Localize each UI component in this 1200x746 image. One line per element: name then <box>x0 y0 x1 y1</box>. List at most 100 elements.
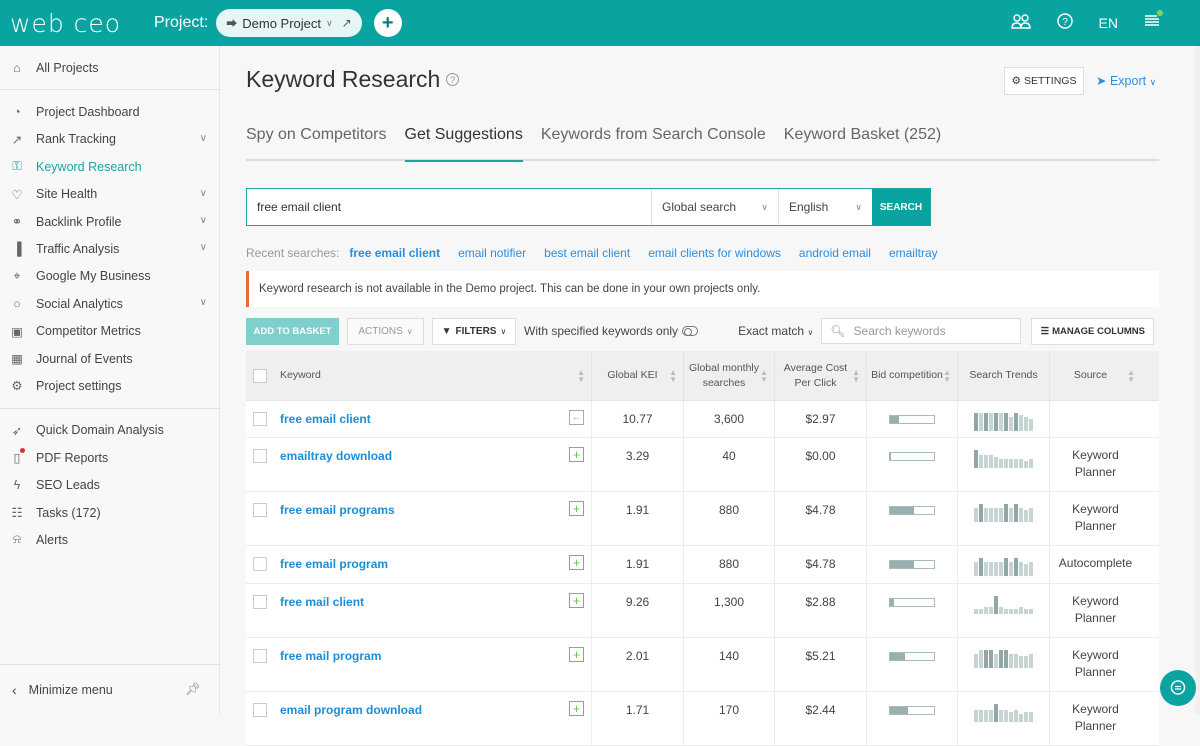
menu-icon[interactable] <box>1144 9 1163 33</box>
pin-icon[interactable]: 📌︎ <box>185 682 201 697</box>
sidebar-item-google-my-business[interactable]: ⌖ Google My Business <box>0 263 219 290</box>
tab-keyword-basket[interactable]: Keyword Basket (252) <box>784 126 941 159</box>
chevron-down-icon[interactable]: ∨ <box>200 297 207 308</box>
recent-search-link[interactable]: email clients for windows <box>648 246 781 260</box>
tab-spy-on-competitors[interactable]: Spy on Competitors <box>246 126 387 159</box>
help-icon[interactable]: ? <box>1056 12 1073 34</box>
search-keywords-input[interactable]: 🔍︎ Search keywords <box>821 318 1022 344</box>
bid-competition-cell <box>867 638 958 691</box>
competition-fill <box>890 599 894 606</box>
users-icon[interactable] <box>1010 13 1031 34</box>
remove-from-basket-icon[interactable]: ← <box>569 410 584 425</box>
toggle-switch[interactable] <box>682 326 699 336</box>
sort-icon[interactable]: ▲ ▼ <box>669 368 677 383</box>
export-button[interactable]: ➤ Export ∨ <box>1096 73 1156 88</box>
column-source[interactable]: Source ▲ ▼ <box>1050 351 1141 400</box>
project-selector[interactable]: ⮕ Demo Project ∨ ↗ <box>216 9 362 37</box>
chat-button[interactable] <box>1160 670 1196 706</box>
recent-search-link[interactable]: emailtray <box>889 246 938 260</box>
tab-get-suggestions[interactable]: Get Suggestions <box>404 126 524 162</box>
language-selector[interactable]: EN <box>1099 15 1118 31</box>
sort-icon[interactable]: ▲ ▼ <box>577 368 585 383</box>
column-keyword[interactable]: Keyword ▲ ▼ <box>246 351 592 400</box>
chevron-down-icon[interactable]: ∨ <box>200 215 207 226</box>
sort-icon[interactable]: ▲ ▼ <box>760 368 768 383</box>
row-checkbox[interactable] <box>253 595 267 609</box>
keyword-link[interactable]: emailtray download <box>280 449 392 491</box>
tab-keywords-from-search-console[interactable]: Keywords from Search Console <box>541 126 766 159</box>
match-type-dropdown[interactable]: Exact match ∨ <box>738 324 813 338</box>
sort-icon[interactable]: ▲ ▼ <box>1127 368 1135 383</box>
add-project-button[interactable]: + <box>373 9 402 37</box>
page-scrollbar[interactable] <box>1195 46 1200 714</box>
sidebar-item-social-analytics[interactable]: ○ Social Analytics ∨ <box>0 290 219 317</box>
bid-competition-cell <box>867 492 958 545</box>
keyword-link[interactable]: free mail client <box>280 595 364 637</box>
sidebar-item-all-projects[interactable]: ⌂ All Projects <box>0 54 219 81</box>
webceo-logo[interactable]: web ceo <box>10 9 142 38</box>
actions-dropdown[interactable]: ACTIONS ∨ <box>347 317 424 345</box>
manage-columns-button[interactable]: ☰ MANAGE COLUMNS <box>1031 317 1155 345</box>
row-checkbox[interactable] <box>253 703 267 717</box>
add-to-basket-icon[interactable]: + <box>569 447 584 462</box>
sidebar-item-alerts[interactable]: ⍾ Alerts <box>0 526 219 553</box>
add-to-basket-button[interactable]: ADD TO BASKET <box>246 317 339 345</box>
sidebar-item-project-settings[interactable]: ⚙ Project settings <box>0 372 219 399</box>
sort-icon[interactable]: ▲ ▼ <box>943 368 951 383</box>
row-checkbox[interactable] <box>253 449 267 463</box>
sidebar-item-traffic-analysis[interactable]: ▐ Traffic Analysis ∨ <box>0 235 219 262</box>
trend-bar <box>979 455 983 468</box>
minimize-menu-button[interactable]: ‹ Minimize menu 📌︎ <box>0 664 219 714</box>
sidebar-item-backlink-profile[interactable]: ⚭ Backlink Profile ∨ <box>0 208 219 235</box>
language-select[interactable]: English ∨ <box>778 189 872 225</box>
sidebar-item-tasks-172[interactable]: ☷ Tasks (172) <box>0 499 219 526</box>
column-bid-competition[interactable]: Bid competition ▲ ▼ <box>867 351 958 400</box>
add-to-basket-icon[interactable]: + <box>569 593 584 608</box>
filters-dropdown[interactable]: ▼ FILTERS ∨ <box>432 317 516 345</box>
keyword-search-input[interactable] <box>247 189 651 225</box>
keyword-link[interactable]: free email programs <box>280 503 395 545</box>
column-global-kei[interactable]: Global KEI ▲ ▼ <box>592 351 684 400</box>
search-button[interactable]: SEARCH <box>872 189 930 225</box>
recent-search-link[interactable]: email notifier <box>458 246 526 260</box>
chevron-down-icon[interactable]: ∨ <box>200 242 207 253</box>
help-icon[interactable]: ? <box>446 73 460 86</box>
column-global-monthly-searches[interactable]: Global monthly searches ▲ ▼ <box>684 351 775 400</box>
sidebar-item-label: Journal of Events <box>36 351 133 366</box>
select-all-checkbox[interactable] <box>253 368 267 383</box>
trend-bar <box>979 609 983 614</box>
chevron-down-icon[interactable]: ∨ <box>200 188 207 199</box>
settings-button[interactable]: ⚙ SETTINGS <box>1004 67 1084 95</box>
sidebar-item-seo-leads[interactable]: ϟ SEO Leads <box>0 471 219 498</box>
keyword-link[interactable]: email program download <box>280 703 422 745</box>
plus-icon: + <box>381 11 394 34</box>
kei-cell: 1.91 <box>592 492 684 545</box>
sidebar-item-keyword-research[interactable]: ⚿ Keyword Research <box>0 153 219 180</box>
sidebar-item-project-dashboard[interactable]: ◔ Project Dashboard <box>0 98 219 125</box>
sidebar-item-site-health[interactable]: ♡ Site Health ∨ <box>0 181 219 208</box>
sidebar-item-pdf-reports[interactable]: ▯ PDF Reports <box>0 444 219 471</box>
recent-search-link[interactable]: android email <box>799 246 871 260</box>
keyword-link[interactable]: free email client <box>280 412 371 437</box>
specified-keywords-toggle[interactable]: With specified keywords only <box>524 324 699 338</box>
chevron-down-icon[interactable]: ∨ <box>200 133 207 144</box>
keyword-link[interactable]: free mail program <box>280 649 381 691</box>
add-to-basket-icon[interactable]: + <box>569 647 584 662</box>
external-link-icon[interactable]: ↗ <box>342 16 352 30</box>
add-to-basket-icon[interactable]: + <box>569 555 584 570</box>
add-to-basket-icon[interactable]: + <box>569 501 584 516</box>
row-checkbox[interactable] <box>253 557 267 571</box>
keyword-link[interactable]: free email program <box>280 557 388 583</box>
sort-icon[interactable]: ▲ ▼ <box>852 368 860 383</box>
sidebar-item-rank-tracking[interactable]: ↗ Rank Tracking ∨ <box>0 126 219 153</box>
sidebar-item-quick-domain-analysis[interactable]: ➶ Quick Domain Analysis <box>0 417 219 444</box>
column-average-cpc[interactable]: Average Cost Per Click ▲ ▼ <box>775 351 867 400</box>
sidebar-item-competitor-metrics[interactable]: ▣ Competitor Metrics <box>0 318 219 345</box>
sidebar-item-journal-of-events[interactable]: ▦ Journal of Events <box>0 345 219 372</box>
recent-search-link[interactable]: best email client <box>544 246 630 260</box>
recent-search-link[interactable]: free email client <box>349 246 440 260</box>
row-checkbox[interactable] <box>253 649 267 663</box>
scope-select[interactable]: Global search ∨ <box>651 189 778 225</box>
row-checkbox[interactable] <box>253 503 267 517</box>
row-checkbox[interactable] <box>253 412 267 426</box>
